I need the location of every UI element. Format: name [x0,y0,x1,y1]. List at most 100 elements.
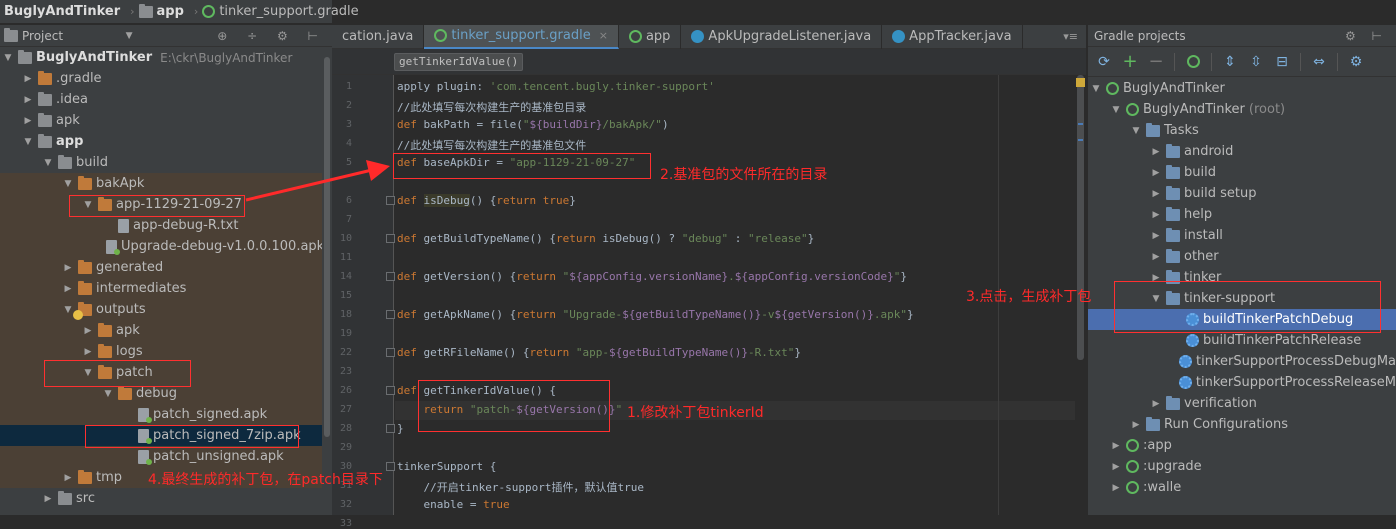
link-icon[interactable]: ⇔ [1311,54,1327,70]
chevron-down-icon[interactable]: ▼ [123,31,135,41]
gradle-tree-item[interactable]: ▼ BuglyAndTinker (root) [1088,99,1396,120]
gradle-tree-item[interactable]: ▶ verification [1088,393,1396,414]
collapse-all-icon[interactable]: ⇳ [1248,54,1264,70]
collapsed-arrow-icon[interactable]: ▶ [1150,252,1162,262]
project-tree-item[interactable]: ▶ .idea [0,89,322,110]
expanded-arrow-icon[interactable]: ▼ [1110,105,1122,115]
collapsed-arrow-icon[interactable]: ▶ [1150,210,1162,220]
editor-tab[interactable]: AppTracker.java [882,24,1023,49]
gradle-tree-item[interactable]: ▶:app [1088,435,1396,456]
project-tree-item[interactable]: ▼ BuglyAndTinker E:\ckr\BuglyAndTinker [0,47,322,68]
project-tree-item[interactable]: ▼ outputs [0,299,322,320]
settings-icon[interactable]: ⚙ [1348,54,1364,70]
refresh-icon[interactable]: ⟳ [1096,54,1112,70]
expanded-arrow-icon[interactable]: ▼ [2,53,14,63]
project-tree-item[interactable]: ▶ src [0,488,322,509]
fold-toggle-icon[interactable] [386,462,395,471]
gradle-tree-item[interactable]: ▶ build [1088,162,1396,183]
collapsed-arrow-icon[interactable]: ▶ [1150,399,1162,409]
remove-icon[interactable]: − [1148,51,1164,72]
intention-bulb-icon[interactable] [73,310,83,320]
fold-toggle-icon[interactable] [386,196,395,205]
expanded-arrow-icon[interactable]: ▼ [42,158,54,168]
inspection-status-icon[interactable] [1076,78,1085,87]
project-tree-item[interactable]: ▼ build [0,152,322,173]
expanded-arrow-icon[interactable]: ▼ [22,137,34,147]
gradle-tree-item[interactable]: ▶ help [1088,204,1396,225]
toggle-offline-icon[interactable]: ⊟ [1274,54,1290,70]
project-tree-item[interactable]: ▶ logs [0,341,322,362]
gradle-tree-item[interactable]: ▼ BuglyAndTinker [1088,78,1396,99]
execute-task-icon[interactable] [1185,54,1201,70]
gradle-tree-item[interactable]: buildTinkerPatchRelease [1088,330,1396,351]
collapsed-arrow-icon[interactable]: ▶ [62,263,74,273]
gradle-tree-item[interactable]: ▶:walle [1088,477,1396,498]
collapsed-arrow-icon[interactable]: ▶ [1110,441,1122,451]
fold-toggle-icon[interactable] [386,386,395,395]
collapsed-arrow-icon[interactable]: ▶ [1130,420,1142,430]
nav-crumb-file[interactable]: tinker_support.gradle [202,4,359,19]
collapsed-arrow-icon[interactable]: ▶ [22,74,34,84]
project-tree-item[interactable]: app-debug-R.txt [0,215,322,236]
collapsed-arrow-icon[interactable]: ▶ [62,473,74,483]
expand-all-icon[interactable]: ⇕ [1222,54,1238,70]
gradle-tree-item[interactable]: ▶ install [1088,225,1396,246]
gradle-tree-item[interactable]: tinkerSupportProcessReleaseM [1088,372,1396,393]
collapsed-arrow-icon[interactable]: ▶ [1150,231,1162,241]
project-panel-title[interactable]: Project [22,29,63,43]
collapsed-arrow-icon[interactable]: ▶ [22,116,34,126]
fold-toggle-icon[interactable] [386,348,395,357]
gradle-tree-item[interactable]: ▶ build setup [1088,183,1396,204]
project-tree-item[interactable]: ▶ generated [0,257,322,278]
method-crumb[interactable]: getTinkerIdValue() [394,53,524,71]
editor-tab[interactable]: cation.java [332,24,425,49]
nav-crumb-project[interactable]: BuglyAndTinker [4,4,120,19]
project-scrollbar[interactable] [322,47,332,515]
collapsed-arrow-icon[interactable]: ▶ [42,494,54,504]
collapsed-arrow-icon[interactable]: ▶ [1150,189,1162,199]
project-tree-item[interactable]: ▼ app [0,131,322,152]
project-panel-tools[interactable]: ⊕ ÷ ⚙ ⊢ [217,29,326,43]
collapsed-arrow-icon[interactable]: ▶ [1110,483,1122,493]
close-icon[interactable]: × [599,29,608,42]
fold-toggle-icon[interactable] [386,424,395,433]
project-tree-item[interactable]: ▶ apk [0,110,322,131]
gradle-panel-tools[interactable]: ⚙ ⊢ [1345,29,1388,43]
gradle-tree-item[interactable]: ▶ other [1088,246,1396,267]
gradle-tree-item[interactable]: ▶:upgrade [1088,456,1396,477]
editor-tab[interactable]: tinker_support.gradle × [424,24,619,49]
fold-toggle-icon[interactable] [386,272,395,281]
gradle-tree-item[interactable]: ▶ android [1088,141,1396,162]
fold-toggle-icon[interactable] [386,234,395,243]
project-tree-item[interactable]: ▶ apk [0,320,322,341]
gradle-tree-item[interactable]: ▶ Run Configurations [1088,414,1396,435]
editor-tab[interactable]: ApkUpgradeListener.java [681,24,883,49]
gradle-tree-item[interactable]: ▼ Tasks [1088,120,1396,141]
collapsed-arrow-icon[interactable]: ▶ [1110,462,1122,472]
expanded-arrow-icon[interactable]: ▼ [1090,84,1102,94]
editor-tab[interactable]: app [619,24,682,49]
collapsed-arrow-icon[interactable]: ▶ [1150,168,1162,178]
project-tree-item-label: generated [96,260,164,275]
project-tree-item[interactable]: ▶ intermediates [0,278,322,299]
project-tree-item[interactable]: ▼ bakApk [0,173,322,194]
collapsed-arrow-icon[interactable]: ▶ [82,326,94,336]
collapsed-arrow-icon[interactable]: ▶ [22,95,34,105]
project-tree-item[interactable]: Upgrade-debug-v1.0.0.100.apk [0,236,322,257]
scroll-thumb[interactable] [324,57,330,437]
collapsed-arrow-icon[interactable]: ▶ [1150,147,1162,157]
expanded-arrow-icon[interactable]: ▼ [102,389,114,399]
fold-toggle-icon[interactable] [386,310,395,319]
project-tree-item[interactable]: patch_unsigned.apk [0,446,322,467]
project-tree-item[interactable]: ▶ .gradle [0,68,322,89]
scroll-thumb[interactable] [1077,75,1084,360]
collapsed-arrow-icon[interactable]: ▶ [82,347,94,357]
nav-crumb-module[interactable]: app [138,3,184,19]
tab-list-icon[interactable]: ▾≡ [1063,30,1078,43]
expanded-arrow-icon[interactable]: ▼ [1130,126,1142,136]
add-icon[interactable]: + [1122,51,1138,72]
project-tree-item[interactable]: patch_signed.apk [0,404,322,425]
gradle-tree-item[interactable]: tinkerSupportProcessDebugMa [1088,351,1396,372]
collapsed-arrow-icon[interactable]: ▶ [62,284,74,294]
expanded-arrow-icon[interactable]: ▼ [62,179,74,189]
